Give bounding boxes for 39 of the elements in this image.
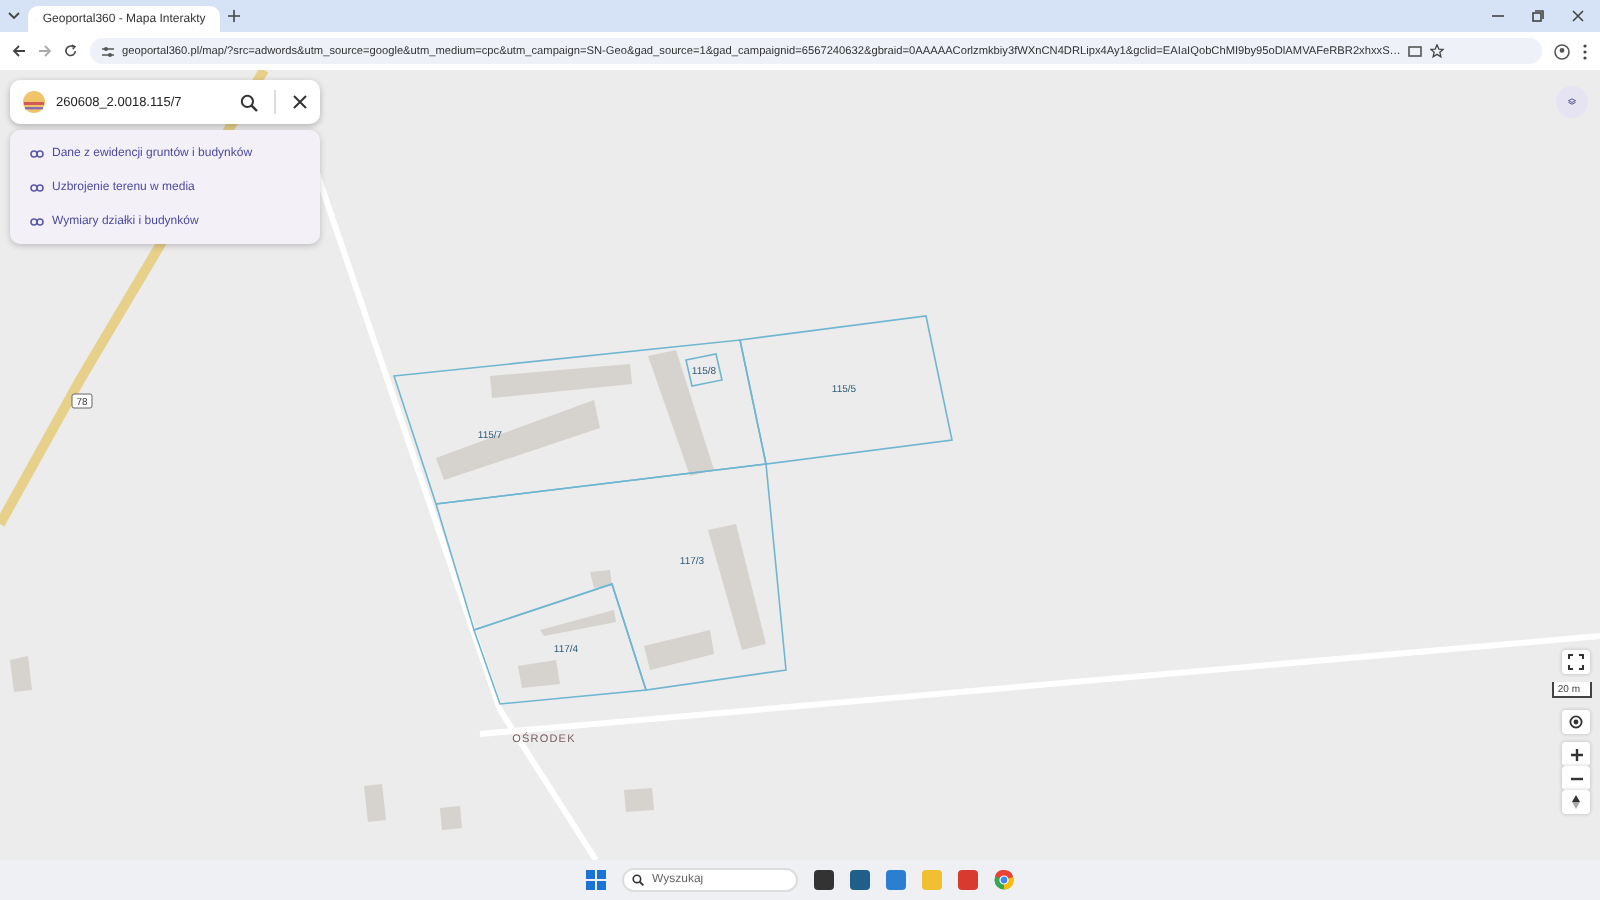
menu-icon[interactable] bbox=[1582, 43, 1588, 59]
link-icon bbox=[30, 149, 44, 157]
compass-button[interactable] bbox=[1562, 790, 1590, 814]
app-logo-icon bbox=[22, 90, 46, 114]
fullscreen-icon bbox=[1568, 654, 1584, 670]
fullscreen-button[interactable] bbox=[1562, 650, 1590, 674]
taskbar-app-icon[interactable] bbox=[958, 870, 978, 890]
compass-icon bbox=[1570, 794, 1582, 810]
building-footprint bbox=[518, 660, 560, 688]
link-icon bbox=[30, 183, 44, 191]
locate-button[interactable] bbox=[1562, 710, 1590, 734]
browser-icon[interactable] bbox=[994, 870, 1014, 890]
building-footprint bbox=[624, 788, 654, 812]
new-tab-icon[interactable] bbox=[228, 10, 240, 22]
close-icon[interactable] bbox=[1572, 10, 1584, 22]
zoom-in-button[interactable] bbox=[1562, 742, 1590, 766]
site-info-icon bbox=[102, 45, 114, 57]
close-icon[interactable] bbox=[292, 94, 308, 110]
back-arrow-icon[interactable] bbox=[12, 44, 26, 58]
star-icon[interactable] bbox=[1430, 44, 1445, 58]
building-footprint bbox=[10, 656, 32, 692]
start-icon[interactable] bbox=[586, 870, 606, 890]
building-footprint bbox=[364, 784, 386, 822]
profile-icon[interactable] bbox=[1554, 43, 1570, 59]
install-app-icon[interactable] bbox=[1408, 45, 1423, 57]
target-icon bbox=[1568, 714, 1584, 730]
building-footprint bbox=[440, 806, 462, 830]
reload-icon[interactable] bbox=[64, 44, 78, 58]
building-footprint bbox=[590, 570, 612, 588]
search-icon[interactable] bbox=[240, 93, 258, 111]
layers-icon bbox=[1568, 94, 1576, 110]
link-icon bbox=[30, 217, 44, 225]
minimize-icon[interactable] bbox=[1492, 10, 1504, 22]
caret-icon[interactable] bbox=[8, 12, 20, 20]
building-footprint bbox=[648, 350, 714, 476]
building-footprint bbox=[540, 610, 616, 636]
restore-icon[interactable] bbox=[1532, 10, 1544, 22]
plus-icon bbox=[1569, 747, 1583, 761]
zoom-out-button[interactable] bbox=[1562, 766, 1590, 790]
